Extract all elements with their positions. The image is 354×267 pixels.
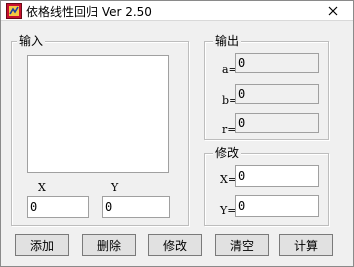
modify-button[interactable]: 修改 <box>148 234 202 256</box>
data-listbox[interactable] <box>27 55 169 173</box>
output-b-value: 0 <box>235 84 319 104</box>
output-a-value: 0 <box>235 53 319 73</box>
window-title: 依格线性回归 Ver 2.50 <box>26 5 152 19</box>
add-button[interactable]: 添加 <box>15 234 69 256</box>
modify-group-label: 修改 <box>213 146 242 160</box>
clear-button[interactable]: 清空 <box>215 234 269 256</box>
input-y-label: Y <box>111 181 119 194</box>
modify-y-field[interactable]: 0 <box>235 195 319 217</box>
delete-button[interactable]: 删除 <box>82 234 136 256</box>
output-group-label: 输出 <box>213 34 242 48</box>
modify-y-label: Y= <box>220 204 237 217</box>
close-button[interactable] <box>313 1 353 20</box>
modify-x-field[interactable]: 0 <box>235 165 319 187</box>
close-icon <box>328 1 338 20</box>
input-x-field[interactable]: 0 <box>27 196 89 218</box>
compute-button[interactable]: 计算 <box>279 234 333 256</box>
title-bar[interactable]: 依格线性回归 Ver 2.50 <box>1 1 353 21</box>
app-icon <box>6 3 22 19</box>
output-r-value: 0 <box>235 113 319 133</box>
app-window: 依格线性回归 Ver 2.50 输入 X Y 0 0 输出 a= 0 b= 0 … <box>0 0 354 267</box>
input-y-field[interactable]: 0 <box>102 196 170 218</box>
input-group-label: 输入 <box>17 34 46 48</box>
input-x-label: X <box>38 181 46 194</box>
